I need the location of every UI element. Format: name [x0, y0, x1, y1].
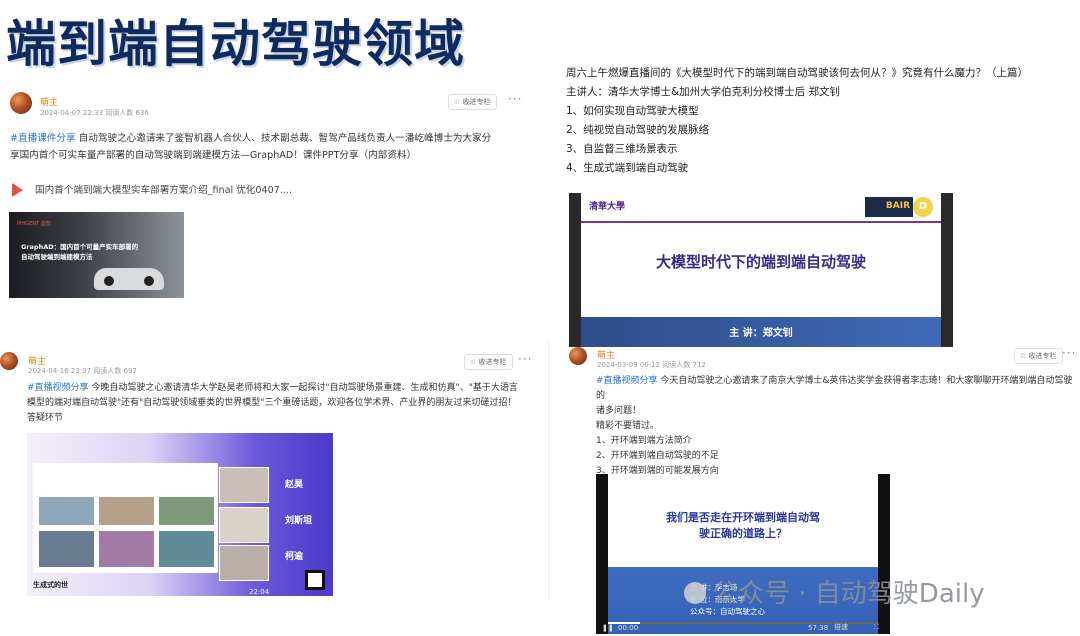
- post-text-b: 模型的端对端自动驾驶"还有"自动驾驶领域垂类的世界模型"三个重磅话题，欢迎各位学…: [27, 398, 517, 408]
- post-meta: 2024-04-16 23:37 阅读人数 697: [28, 367, 137, 375]
- thumbnail-title-line-1: GraphAD：国内首个可量产实车部署的: [21, 243, 139, 251]
- figure-cell: [39, 531, 94, 567]
- post-text: #直播视频分享 今天自动驾驶之心邀请来了南京大学博士&英伟达奖学金获得者李志琦！…: [596, 374, 1076, 479]
- author-avatar[interactable]: [0, 352, 18, 370]
- attachment-link[interactable]: 国内首个端到端大模型实车部署方案介绍_final 优化0407....: [12, 182, 292, 197]
- attachment-name: 国内首个端到端大模型实车部署方案介绍_final 优化0407....: [35, 185, 293, 196]
- hashtag-link[interactable]: #直播视频分享: [27, 383, 89, 393]
- post-text-c: 答疑环节: [27, 413, 64, 423]
- post-meta: 2024-04-07 22:33 阅读人数 636: [40, 109, 149, 117]
- wechat-account-icon: [684, 582, 706, 604]
- thumbnail-title-line-2: 自动驾驶端到端建模方法: [21, 253, 93, 261]
- video-slide-title: 我们是否走在开环端到端自动驾 驶正确的道路上？: [608, 510, 878, 542]
- video-slide[interactable]: 清華大學 BAIR D 大模型时代下的端到端自动驾驶 主 讲：郑文钊: [569, 193, 953, 347]
- post-headline: 周六上午燃爆直播间的《大模型时代下的端到端自动驾驶该何去何从？》究竟有什么魔力？…: [566, 67, 1028, 79]
- post-text-b: 诸多问题！: [596, 406, 642, 416]
- video-screen: 我们是否走在开环端到端自动驾 驶正确的道路上？ 主 讲：李志琦 单 位：南京大学…: [608, 474, 878, 634]
- pdf-file-icon: [12, 183, 23, 197]
- author-avatar[interactable]: [569, 347, 587, 365]
- list-item: 3、自监督三维场景表示: [566, 143, 678, 155]
- slide-panel: [33, 463, 218, 573]
- watermark-text: 公众号 · 自动驾驶Daily: [712, 579, 985, 609]
- slide-thumbnail[interactable]: PHIGENT 鉴智 GraphAD：国内首个可量产实车部署的 自动驾驶端到端建…: [9, 212, 184, 298]
- speed-button[interactable]: 倍速: [834, 622, 848, 632]
- car-image: [94, 268, 164, 290]
- speaker-line: 主讲人：清华大学博士&加州大学伯克利分校博士后 郑文钊: [566, 86, 841, 98]
- list-item: 1、如何实现自动驾驶大模型: [566, 105, 699, 117]
- figure-cell: [99, 531, 154, 567]
- company-logo: PHIGENT 鉴智: [17, 221, 51, 227]
- post-text-a: 自动驾驶之心邀请来了鉴智机器人合伙人、技术副总裁、智驾产品线负责人一潘屹峰博士为…: [75, 133, 492, 144]
- watermark: 公众号 · 自动驾驶Daily: [684, 573, 985, 610]
- post-text-b: 享国内首个可实车量产部署的自动驾驶端到端建模方法—GraphAD！课件PPT分享…: [10, 150, 417, 161]
- post-text: #直播视频分享 今晚自动驾驶之心邀请清华大学赵昊老师将和大家一起探讨"自动驾驶场…: [27, 381, 542, 426]
- total-time: 57:38: [808, 624, 829, 632]
- banner-title: 端到端自动驾驶领域: [6, 15, 465, 73]
- current-time: 00:00: [618, 624, 639, 632]
- slide-title: 大模型时代下的端到端自动驾驶: [655, 253, 866, 271]
- author-avatar[interactable]: [10, 92, 32, 114]
- author-name[interactable]: 萌主: [40, 95, 58, 108]
- slide-content: 清華大學 BAIR D 大模型时代下的端到端自动驾驶 主 讲：郑文钊: [581, 193, 941, 347]
- slide-caption: 生成式的世: [33, 581, 68, 589]
- video-thumbnail[interactable]: 赵昊 刘斯坦 柯逾 生成式的世 22:04: [27, 433, 333, 596]
- post-text: 周六上午燃爆直播间的《大模型时代下的端到端自动驾驶该何去何从？》究竟有什么魔力？…: [566, 64, 1076, 178]
- car-wheel: [144, 276, 154, 286]
- video-slide-title-line-1: 我们是否走在开环端到端自动驾: [666, 511, 820, 524]
- post-text: #直播课件分享 自动驾驶之心邀请来了鉴智机器人合伙人、技术副总裁、智驾产品线负责…: [10, 130, 540, 164]
- qr-code-icon: [305, 570, 325, 590]
- post-text-a: 今晚自动驾驶之心邀请清华大学赵昊老师将和大家一起探讨"自动驾驶场景重建、生成和仿…: [88, 383, 518, 393]
- speaker-name: 刘斯坦: [285, 516, 313, 526]
- speaker-name: 赵昊: [285, 480, 304, 490]
- post-text-a: 今天自动驾驶之心邀请来了南京大学博士&英伟达奖学金获得者李志琦！和大家聊聊开环端…: [596, 376, 1073, 401]
- tsinghua-logo: 清華大學: [589, 202, 626, 212]
- more-options-button[interactable]: ···: [518, 352, 532, 366]
- post-meta: 2024-03-09 00:12 阅读人数 712: [597, 361, 706, 369]
- column-divider: [548, 340, 549, 600]
- hashtag-link[interactable]: #直播视频分享: [596, 376, 658, 386]
- list-item: 1、开环端到端方法简介: [596, 436, 692, 446]
- post-text-c: 精彩不要错过。: [596, 421, 660, 431]
- list-item: 2、开环端到端自动驾驶的不足: [596, 451, 719, 461]
- car-wheel: [104, 276, 114, 286]
- video-player[interactable]: 我们是否走在开环端到端自动驾 驶正确的道路上？ 主 讲：李志琦 单 位：南京大学…: [596, 474, 890, 634]
- list-item: 4、生成式端到端自动驾驶: [566, 162, 689, 174]
- video-timestamp: 22:04: [249, 588, 270, 596]
- thumbnail-title: GraphAD：国内首个可量产实车部署的 自动驾驶端到端建模方法: [21, 242, 138, 262]
- figure-cell: [39, 497, 94, 525]
- speaker-video: [219, 545, 269, 581]
- slide-speaker: 主 讲：郑文钊: [729, 328, 793, 339]
- figure-cell: [99, 497, 154, 525]
- bair-logo: BAIR: [865, 197, 913, 217]
- list-item: 2、纯视觉自动驾驶的发展脉络: [566, 124, 710, 136]
- header-divider: [581, 221, 941, 223]
- speaker-video: [219, 507, 269, 543]
- speaker-name: 柯逾: [285, 552, 304, 562]
- hashtag-link[interactable]: #直播课件分享: [10, 133, 76, 144]
- figure-cell: [159, 531, 214, 567]
- partner-logo: D: [913, 197, 933, 217]
- more-options-button[interactable]: ···: [1062, 346, 1076, 360]
- pause-icon[interactable]: ❚❚: [602, 624, 614, 632]
- more-options-button[interactable]: ···: [508, 92, 522, 106]
- video-slide-title-line-2: 驶正确的道路上？: [699, 527, 787, 540]
- collect-button[interactable]: ☆ 收进专栏: [1014, 348, 1063, 364]
- speaker-video: [219, 467, 269, 503]
- collect-button[interactable]: ☆ 收进专栏: [448, 94, 497, 110]
- fullscreen-icon[interactable]: ⛶: [874, 623, 879, 632]
- figure-cell: [159, 497, 214, 525]
- collect-button[interactable]: ☆ 收进专栏: [464, 354, 513, 370]
